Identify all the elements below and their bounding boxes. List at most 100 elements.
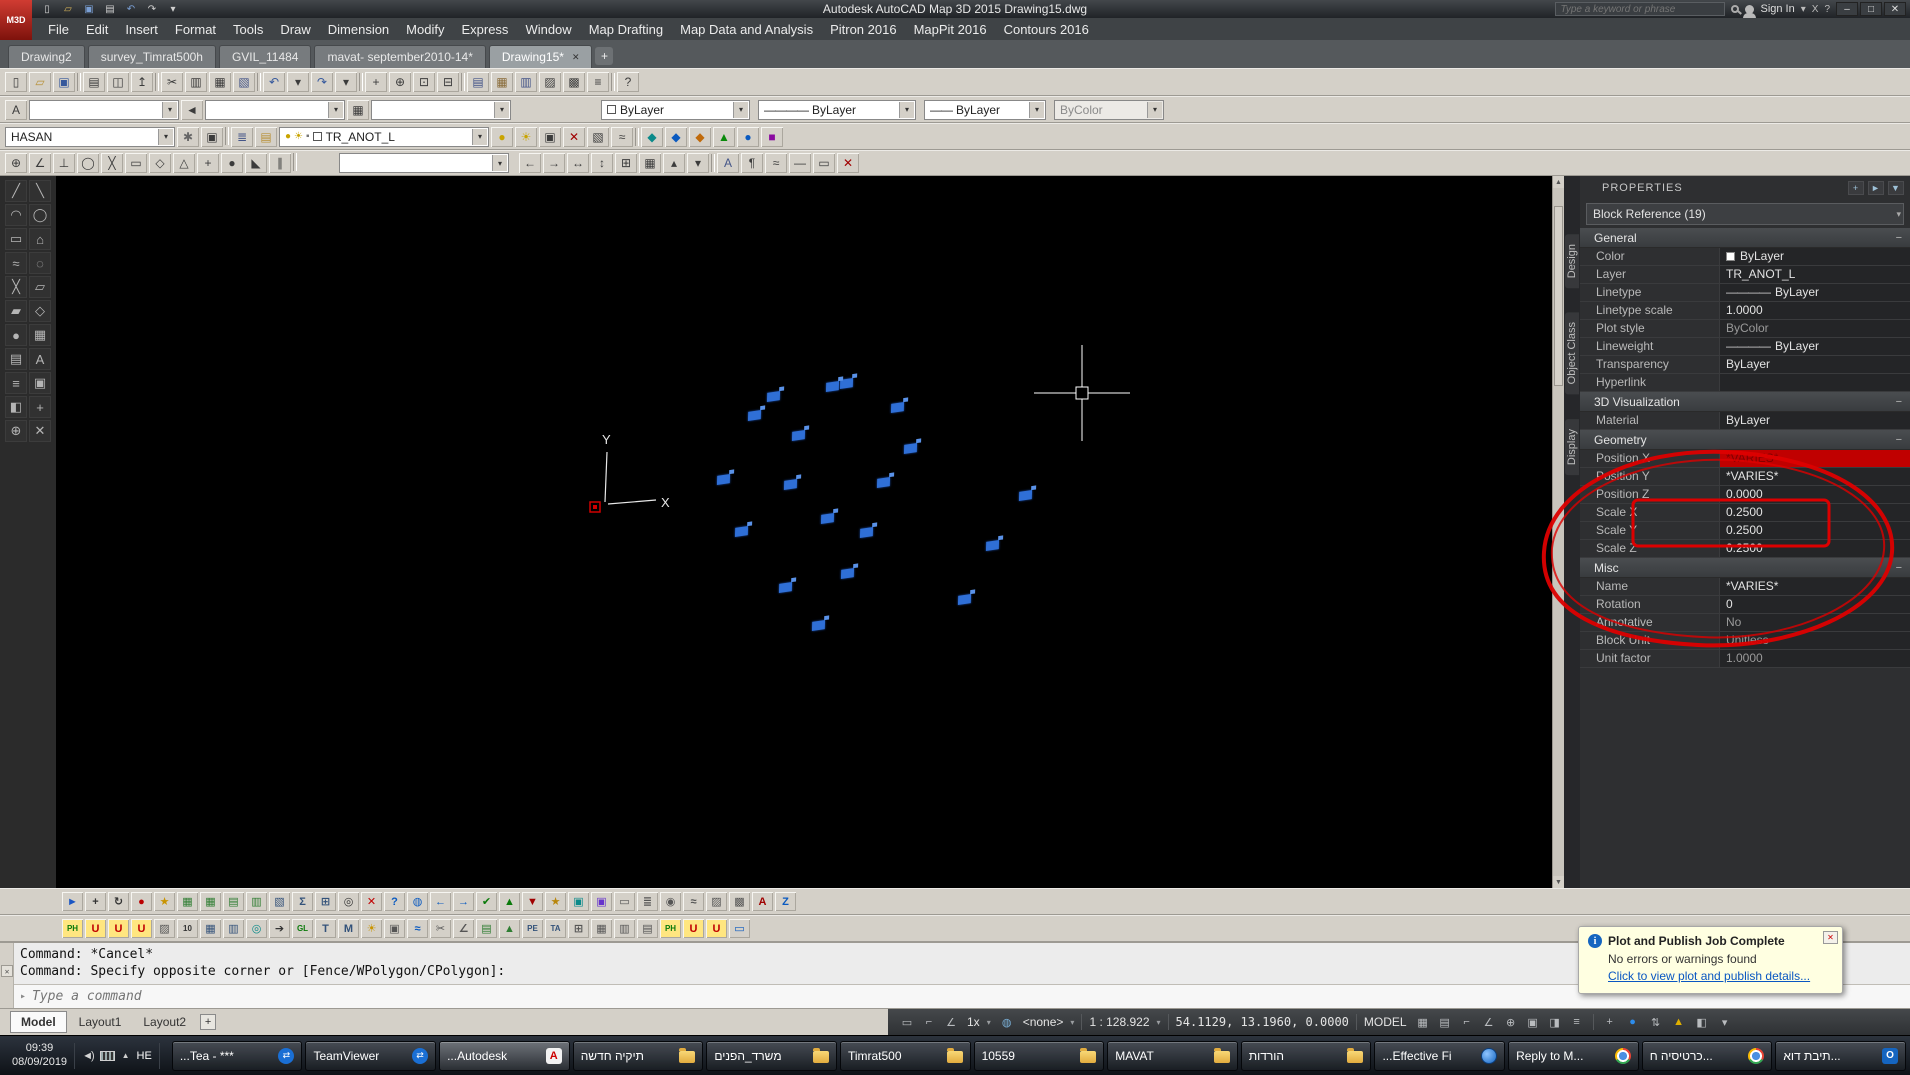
sign-in-caret-icon[interactable]: ▾ bbox=[1801, 4, 1806, 15]
map-toolbar-icon[interactable]: ⊞ bbox=[568, 919, 589, 938]
command-close-icon[interactable]: ✕ bbox=[1, 965, 13, 977]
menu-item[interactable]: Draw bbox=[272, 20, 318, 39]
map-toolbar-icon[interactable]: ◎ bbox=[338, 892, 359, 911]
map-toolbar-icon[interactable]: U bbox=[683, 919, 704, 938]
map-toolbar-icon[interactable]: ✔ bbox=[476, 892, 497, 911]
taskbar-button[interactable]: Timrat500 bbox=[839, 1040, 971, 1071]
menu-item[interactable]: File bbox=[40, 20, 77, 39]
linetype-combo[interactable]: ———— ByLayer bbox=[758, 99, 916, 120]
properties-header-icon[interactable]: ► bbox=[1868, 181, 1884, 195]
toolbar-icon[interactable]: ↶ bbox=[263, 72, 285, 92]
color-combo[interactable]: ByLayer bbox=[601, 99, 750, 120]
drafting-toggle-icon[interactable]: ◨ bbox=[1546, 1014, 1564, 1030]
map-toolbar-icon[interactable]: ◉ bbox=[660, 892, 681, 911]
drafting-toggle-icon[interactable]: ∠ bbox=[1480, 1014, 1498, 1030]
block-reference-marker[interactable] bbox=[1018, 490, 1033, 501]
block-reference-marker[interactable] bbox=[890, 402, 905, 413]
property-value[interactable]: 0.2500 bbox=[1720, 540, 1910, 557]
file-tab[interactable]: Drawing2 bbox=[8, 45, 85, 68]
titlebar-icon[interactable]: X bbox=[1812, 4, 1819, 15]
workspace-combo[interactable]: HASAN bbox=[5, 126, 175, 147]
align-tool-icon[interactable]: ▾ bbox=[687, 153, 709, 173]
toolbar-icon[interactable]: ▥ bbox=[515, 72, 537, 92]
property-value[interactable]: ByLayer bbox=[1720, 412, 1910, 429]
property-row-name[interactable]: Name *VARIES* bbox=[1580, 578, 1910, 596]
toolbar-icon[interactable]: ▯ bbox=[5, 72, 27, 92]
toolbar-icon[interactable]: + bbox=[365, 72, 387, 92]
taskbar-clock[interactable]: 09:39 08/09/2019 bbox=[12, 1042, 67, 1070]
volume-icon[interactable]: ◄) bbox=[82, 1050, 94, 1062]
toolbar-icon[interactable]: ◫ bbox=[107, 72, 129, 92]
osnap-icon[interactable]: ⊕ bbox=[5, 153, 27, 173]
toolbar-icon[interactable]: ? bbox=[617, 72, 639, 92]
draw-tool-icon[interactable]: ▭ bbox=[5, 228, 27, 250]
taskbar-button[interactable]: MAVAT bbox=[1107, 1040, 1238, 1071]
window-control-button[interactable]: – bbox=[1836, 2, 1858, 16]
block-reference-marker[interactable] bbox=[734, 526, 749, 537]
collapse-section-icon[interactable]: − bbox=[1896, 396, 1902, 408]
property-row-lineweight[interactable]: Lineweight ———— ByLayer bbox=[1580, 338, 1910, 356]
property-value[interactable]: ByColor bbox=[1720, 320, 1910, 337]
task-pane-tab[interactable]: Object Class bbox=[1565, 312, 1579, 395]
map-toolbar-icon[interactable]: 10 bbox=[177, 919, 198, 938]
property-row-annotative[interactable]: Annotative No bbox=[1580, 614, 1910, 632]
status-icon[interactable]: ⌐ bbox=[920, 1014, 938, 1030]
menu-item[interactable]: Map Drafting bbox=[581, 20, 671, 39]
map-toolbar-icon[interactable]: TA bbox=[545, 919, 566, 938]
drafting-toggle-icon[interactable]: ▦ bbox=[1414, 1014, 1432, 1030]
properties-section-3d-visualization[interactable]: 3D Visualization − bbox=[1580, 392, 1910, 412]
map-tool-icon[interactable]: ◆ bbox=[689, 126, 711, 147]
map-toolbar-icon[interactable]: ? bbox=[384, 892, 405, 911]
file-tab[interactable]: mavat- september2010-14* bbox=[314, 45, 486, 68]
property-row-hyperlink[interactable]: Hyperlink bbox=[1580, 374, 1910, 392]
annotation-tool-icon[interactable]: ▭ bbox=[813, 153, 835, 173]
zoom-caret-icon[interactable]: ▾ bbox=[987, 1018, 991, 1027]
sign-in-button[interactable]: Sign In bbox=[1760, 3, 1794, 15]
qat-icon[interactable]: ▤ bbox=[101, 2, 119, 16]
property-value[interactable]: ———— ByLayer bbox=[1720, 338, 1910, 355]
zoom-factor[interactable]: 1x bbox=[967, 1015, 980, 1029]
close-tab-icon[interactable] bbox=[572, 52, 580, 63]
app-logo[interactable]: M3D bbox=[0, 0, 32, 40]
map-toolbar-icon[interactable]: ◎ bbox=[246, 919, 267, 938]
property-row-unit-factor[interactable]: Unit factor 1.0000 bbox=[1580, 650, 1910, 668]
toolbar-icon[interactable]: ⊡ bbox=[413, 72, 435, 92]
qat-icon[interactable]: ▾ bbox=[164, 2, 182, 16]
add-layout-button[interactable]: + bbox=[200, 1014, 217, 1030]
object-type-combo[interactable]: Block Reference (19) bbox=[1586, 203, 1904, 225]
menu-item[interactable]: Dimension bbox=[320, 20, 397, 39]
taskbar-button[interactable]: הורדות bbox=[1240, 1040, 1372, 1071]
toolbar-icon[interactable]: ▾ bbox=[287, 72, 309, 92]
dim-style-icon[interactable]: ◄ bbox=[181, 99, 203, 120]
status-tool-icon[interactable]: ⇅ bbox=[1647, 1014, 1665, 1030]
map-toolbar-icon[interactable]: ⊞ bbox=[315, 892, 336, 911]
file-tab[interactable]: Drawing15* bbox=[488, 45, 593, 68]
menu-item[interactable]: Modify bbox=[398, 20, 452, 39]
layer-toolbar-icon[interactable]: ✱ bbox=[177, 126, 199, 147]
file-tab[interactable]: GVIL_11484 bbox=[218, 45, 312, 68]
osnap-icon[interactable]: ◇ bbox=[149, 153, 171, 173]
annotation-scale[interactable]: <none> bbox=[1023, 1015, 1064, 1029]
layer-combo[interactable]: ● ☀ ▪ TR_ANOT_L bbox=[279, 126, 489, 147]
plot-notification-popup[interactable]: i Plot and Publish Job Complete No error… bbox=[1578, 926, 1843, 994]
status-icon[interactable]: ∠ bbox=[942, 1014, 960, 1030]
menu-item[interactable]: Edit bbox=[78, 20, 116, 39]
property-value[interactable]: 0.2500 bbox=[1720, 522, 1910, 539]
map-toolbar-icon[interactable]: ▦ bbox=[200, 919, 221, 938]
property-value[interactable]: 0.0000 bbox=[1720, 486, 1910, 503]
layer-tool-icon[interactable]: ✕ bbox=[563, 126, 585, 147]
status-tool-icon[interactable]: + bbox=[1601, 1014, 1619, 1030]
properties-palette-header[interactable]: PROPERTIES + ► ▼ bbox=[1580, 176, 1910, 200]
drafting-toggle-icon[interactable]: ⊕ bbox=[1502, 1014, 1520, 1030]
drawing-canvas[interactable]: Y X bbox=[56, 176, 1552, 888]
map-toolbar-icon[interactable]: ↻ bbox=[108, 892, 129, 911]
map-toolbar-icon[interactable]: ▩ bbox=[729, 892, 750, 911]
map-toolbar-icon[interactable]: ← bbox=[430, 892, 451, 911]
menu-item[interactable]: Map Data and Analysis bbox=[672, 20, 821, 39]
draw-tool-icon[interactable]: ╳ bbox=[5, 276, 27, 298]
taskbar-button[interactable]: Reply to M... bbox=[1508, 1040, 1639, 1071]
block-reference-marker[interactable] bbox=[957, 594, 972, 605]
property-value[interactable]: 1.0000 bbox=[1720, 302, 1910, 319]
align-tool-icon[interactable]: ▴ bbox=[663, 153, 685, 173]
map-toolbar-icon[interactable]: ▦ bbox=[177, 892, 198, 911]
